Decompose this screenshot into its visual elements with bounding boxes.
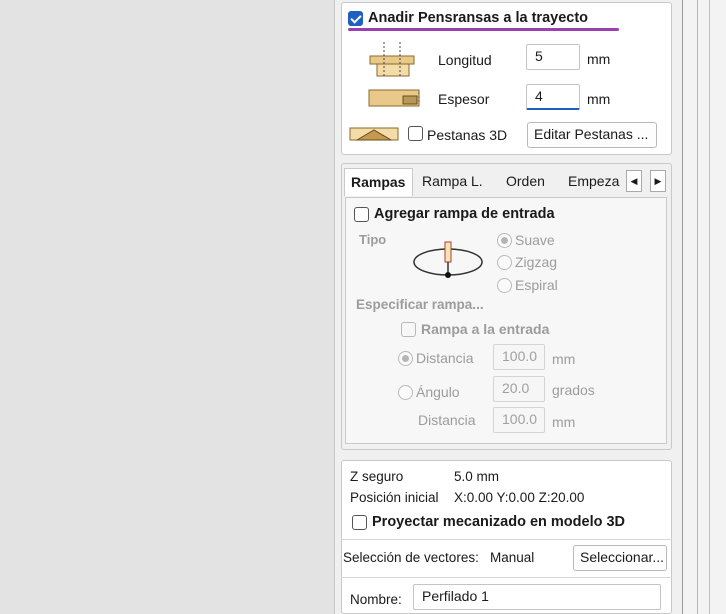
- edit-tabs-button[interactable]: Editar Pestanas ...: [527, 122, 657, 148]
- add-ramp-label: Agregar rampa de entrada: [374, 206, 555, 222]
- tab-orden[interactable]: Orden: [500, 168, 558, 196]
- thickness-unit: mm: [587, 91, 611, 107]
- ramp-type-smooth-label: Suave: [515, 232, 555, 248]
- ramp-distance-radio[interactable]: [398, 351, 413, 366]
- ramp-type-spiral-label: Espiral: [515, 277, 558, 293]
- home-position-label: Posición inicial: [350, 490, 439, 505]
- project-3d-label: Proyectar mecanizado en modelo 3D: [372, 514, 626, 530]
- length-input[interactable]: 5: [526, 44, 580, 70]
- tab-rampa-l[interactable]: Rampa L.: [416, 168, 494, 196]
- vector-selection-value: Manual: [490, 550, 535, 565]
- tabs-3d-checkbox[interactable]: [408, 126, 423, 141]
- add-ramp-checkbox[interactable]: [354, 207, 369, 222]
- canvas-area: [0, 0, 334, 614]
- tab-rampas[interactable]: Rampas: [344, 168, 413, 196]
- specify-ramp-label: Especificar rampa...: [356, 297, 484, 312]
- tab-thickness-icon: [368, 89, 420, 107]
- thickness-input[interactable]: 4: [526, 84, 580, 110]
- length-label: Longitud: [438, 52, 492, 68]
- scrollbar-track[interactable]: [697, 0, 698, 614]
- ramp-distance-input[interactable]: 100.0: [493, 344, 545, 370]
- ramp-at-entry-label: Rampa a la entrada: [421, 321, 550, 337]
- annotation-underline: [348, 28, 619, 31]
- select-vectors-button[interactable]: Seleccionar...: [573, 545, 667, 571]
- name-label: Nombre:: [350, 592, 402, 607]
- tab-scroll-left-icon[interactable]: ◀: [626, 170, 642, 192]
- window-edge: [709, 0, 710, 614]
- tab-empezar[interactable]: Empeza: [562, 168, 624, 196]
- ramp-distance2-unit: mm: [552, 414, 576, 430]
- info-divider: [341, 539, 672, 540]
- ramp-at-entry-checkbox[interactable]: [401, 322, 416, 337]
- tabs-3d-label: Pestanas 3D: [427, 127, 508, 143]
- ramp-distance2-label: Distancia: [418, 412, 476, 428]
- project-3d-checkbox[interactable]: [352, 515, 367, 530]
- ramp-type-icon: [413, 241, 483, 278]
- ramp-distance-unit: mm: [552, 351, 576, 367]
- add-tabs-label: Anadir Pensransas a la trayecto: [368, 10, 589, 26]
- vector-selection-label: Selección de vectores:: [343, 550, 479, 565]
- name-divider: [341, 577, 672, 578]
- thickness-label: Espesor: [438, 91, 490, 107]
- ramp-distance-label: Distancia: [416, 350, 474, 366]
- ramp-distance2-input[interactable]: 100.0: [493, 407, 545, 433]
- panel-gutter: [682, 0, 726, 614]
- ramp-type-label: Tipo: [359, 232, 387, 247]
- safe-z-label: Z seguro: [350, 469, 404, 484]
- home-position-value: X:0.00 Y:0.00 Z:20.00: [454, 490, 585, 505]
- add-tabs-checkbox[interactable]: [348, 11, 363, 26]
- ramp-type-spiral-radio[interactable]: [497, 278, 512, 293]
- tab-length-icon: [369, 42, 415, 78]
- ramp-type-zigzag-label: Zigzag: [515, 254, 558, 270]
- length-unit: mm: [587, 51, 611, 67]
- tab-3d-icon: [349, 127, 399, 141]
- name-input[interactable]: Perfilado 1: [413, 584, 661, 610]
- panel-divider: [682, 0, 683, 614]
- ramp-angle-label: Ángulo: [416, 384, 460, 400]
- ramp-type-smooth-radio[interactable]: [497, 233, 512, 248]
- ramp-angle-unit: grados: [552, 382, 595, 398]
- ramp-type-zigzag-radio[interactable]: [497, 255, 512, 270]
- tab-scroll-right-icon[interactable]: ▶: [650, 170, 666, 192]
- ramp-angle-radio[interactable]: [398, 385, 413, 400]
- safe-z-value: 5.0 mm: [454, 469, 500, 484]
- ramp-angle-input[interactable]: 20.0: [493, 376, 545, 402]
